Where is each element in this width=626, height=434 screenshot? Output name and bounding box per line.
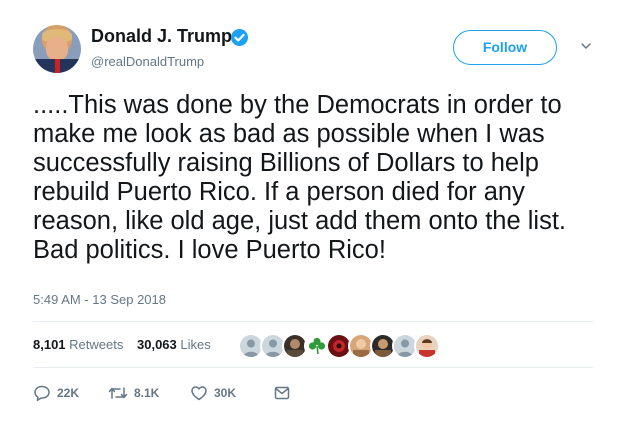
chevron-down-icon[interactable] [579,39,593,53]
direct-message-button[interactable] [273,383,297,403]
likes-stat[interactable]: 30,063 Likes [137,337,211,352]
retweets-stat[interactable]: 8,101 Retweets [33,337,123,352]
reply-button[interactable]: 22K [33,383,79,403]
user-photo-icon[interactable] [414,333,440,359]
likes-count: 30,063 [137,337,177,352]
likes-label: Likes [180,337,211,352]
like-count: 30K [214,386,237,400]
divider [33,367,593,368]
verified-badge-icon [231,29,248,46]
author-handle[interactable]: @realDonaldTrump [91,54,204,69]
retweets-label: Retweets [69,337,124,352]
reply-count: 22K [57,386,80,400]
retweet-button[interactable]: 8.1K [108,383,159,403]
envelope-icon [274,386,290,400]
retweet-icon [108,387,128,399]
retweets-count: 8,101 [33,337,66,352]
reply-icon [34,385,50,402]
heart-icon [191,386,207,401]
like-button[interactable]: 30K [190,383,236,403]
author-avatar[interactable] [33,25,81,73]
retweet-count: 8.1K [134,386,160,400]
tweet-timestamp[interactable]: 5:49 AM - 13 Sep 2018 [33,292,166,307]
divider [33,321,593,322]
follow-button[interactable]: Follow [453,30,557,65]
author-name[interactable]: Donald J. Trump [91,26,232,47]
tweet-text: .....This was done by the Democrats in o… [33,91,566,264]
